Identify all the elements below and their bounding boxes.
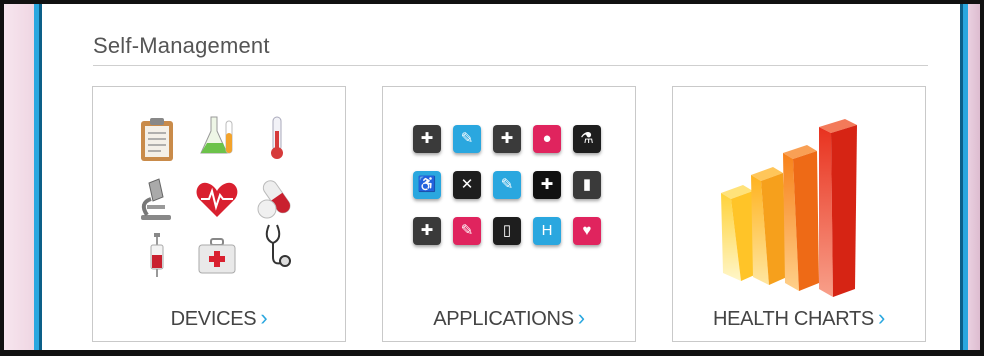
devices-label-text: DEVICES <box>170 308 257 330</box>
frame-top-border <box>0 0 984 4</box>
nurse-cap-icon: ✚ <box>533 171 561 199</box>
chart-bar-4 <box>819 119 857 297</box>
health-charts-label[interactable]: HEALTH CHARTS › <box>673 305 925 331</box>
applications-label-text: APPLICATIONS <box>433 308 574 330</box>
section-title: Self-Management <box>93 33 270 58</box>
devices-chevron-icon: › <box>260 305 268 330</box>
heart-icon <box>196 182 238 217</box>
devices-card[interactable]: DEVICES › <box>92 86 346 342</box>
thermometer-icon <box>271 116 283 159</box>
stethoscope-icon <box>265 224 291 267</box>
section-divider <box>93 65 928 66</box>
health-charts-chevron-icon: › <box>877 305 885 330</box>
syringe-icon <box>150 233 164 277</box>
pill-icon <box>257 180 291 219</box>
frame-bottom-border <box>0 350 984 356</box>
applications-chevron-icon: › <box>577 305 585 330</box>
devices-label[interactable]: DEVICES › <box>93 305 345 331</box>
applications-label[interactable]: APPLICATIONS › <box>383 305 635 331</box>
medical-bag-icon: ✚ <box>493 125 521 153</box>
health-charts-label-text: HEALTH CHARTS <box>713 308 874 330</box>
thermometer-icon: ✎ <box>493 171 521 199</box>
chart-bar-3 <box>783 145 819 291</box>
blood-drop-icon: ● <box>533 125 561 153</box>
heart-hand-icon: ♥ <box>573 217 601 245</box>
frame-right-border <box>980 0 984 356</box>
microscope-icon <box>141 178 171 220</box>
left-background-strip <box>0 0 34 356</box>
first-aid-kit-icon <box>198 238 236 274</box>
applications-card[interactable]: ✚ ✎ ✚ ● ⚗ ♿ ✕ ✎ ✚ ▮ ✚ ✎ ▯ H ♥ APPLICATIONS › <box>382 86 636 342</box>
clipboard-icon <box>141 118 173 161</box>
test-tubes-icon: ▮ <box>573 171 601 199</box>
frame-left-border <box>0 0 4 356</box>
syringe-icon: ✎ <box>453 125 481 153</box>
bandage-icon: ✕ <box>453 171 481 199</box>
wheelchair-icon: ♿ <box>413 171 441 199</box>
health-charts-card[interactable]: HEALTH CHARTS › <box>672 86 926 342</box>
bar-chart-icon <box>721 119 857 297</box>
ambulance-icon: ✚ <box>413 217 441 245</box>
pills-icon: ✚ <box>413 125 441 153</box>
chart-bar-2 <box>751 167 787 285</box>
flask-icon: ⚗ <box>573 125 601 153</box>
iv-bottle-icon: ▯ <box>493 217 521 245</box>
syringe-icon: ✎ <box>453 217 481 245</box>
hospital-icon: H <box>533 217 561 245</box>
flask-icon <box>200 116 233 154</box>
